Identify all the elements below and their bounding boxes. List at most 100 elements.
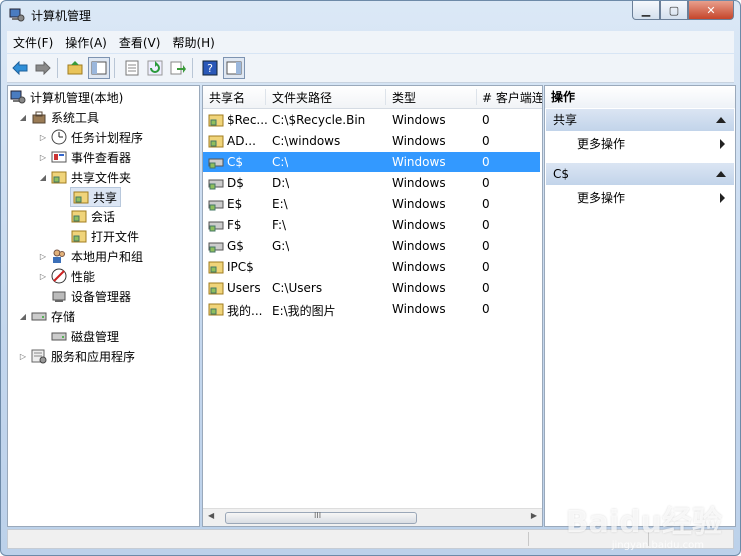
tree-item-open-files[interactable]: 打开文件 — [71, 227, 139, 245]
menu-bar: 文件(F) 操作(A) 查看(V) 帮助(H) — [7, 31, 734, 53]
shared-folder-icon — [71, 230, 87, 243]
horizontal-scroll-thumb[interactable]: III — [225, 511, 417, 524]
table-row[interactable]: C$ C:\ Windows 0 — [203, 152, 540, 172]
collapsed-arrow-icon[interactable]: ▷ — [38, 153, 48, 162]
horizontal-scrollbar[interactable]: ◀ III ▶ — [203, 508, 542, 526]
table-row[interactable]: E$ E:\ Windows 0 — [203, 194, 540, 214]
column-header-folder-path[interactable]: 文件夹路径 — [266, 89, 386, 105]
menu-action[interactable]: 操作(A) — [59, 34, 113, 51]
collapsed-arrow-icon[interactable]: ▷ — [38, 252, 48, 261]
export-list-button[interactable] — [168, 58, 188, 78]
type-cell: Windows — [392, 281, 446, 295]
back-button[interactable] — [10, 58, 30, 78]
tree-item-label: 性能 — [71, 269, 96, 284]
type-cell: Windows — [392, 197, 446, 211]
show-hide-action-pane-button[interactable] — [223, 57, 245, 79]
tree-item-label: 共享 — [93, 190, 118, 205]
minimize-button[interactable]: ▁ — [632, 1, 660, 20]
shares-list-pane[interactable]: 共享名 文件夹路径 类型 # 客户端连 $Rec... C:\$Recycle.B… — [202, 85, 543, 527]
expanded-arrow-icon[interactable]: ◢ — [18, 113, 28, 122]
share-name-cell: $Rec... — [227, 113, 268, 127]
tree-item-label: 系统工具 — [51, 110, 100, 125]
shared-folder-icon — [208, 261, 224, 274]
tree-item-event-viewer[interactable]: ▷ 事件查看器 — [38, 148, 131, 166]
table-row[interactable]: 我的... E:\我的图片 Windows 0 — [203, 299, 540, 319]
tree-item-label: 共享文件夹 — [71, 170, 132, 185]
share-name-cell: Users — [227, 281, 261, 295]
menu-file[interactable]: 文件(F) — [7, 34, 59, 51]
maximize-button[interactable]: ▢ — [660, 1, 688, 20]
scroll-grip-label: III — [314, 511, 322, 520]
column-header-client-connections[interactable]: # 客户端连 — [476, 89, 542, 105]
collapsed-arrow-icon[interactable]: ▷ — [38, 133, 48, 142]
table-row[interactable]: AD... C:\windows Windows 0 — [203, 131, 540, 151]
menu-help[interactable]: 帮助(H) — [166, 34, 220, 51]
tree-item-performance[interactable]: ▷ 性能 — [38, 267, 95, 285]
type-cell: Windows — [392, 176, 446, 190]
tree-item-label: 本地用户和组 — [71, 249, 144, 264]
shared-folder-icon — [208, 282, 224, 295]
tree-item-disk-management[interactable]: 磁盘管理 — [51, 327, 119, 345]
title-bar[interactable]: 计算机管理 ▁ ▢ ✕ — [1, 1, 740, 29]
scroll-right-arrow-icon[interactable]: ▶ — [531, 511, 537, 520]
table-row[interactable]: IPC$ Windows 0 — [203, 257, 540, 277]
close-button[interactable]: ✕ — [688, 1, 734, 20]
menu-view[interactable]: 查看(V) — [113, 34, 167, 51]
scroll-left-arrow-icon[interactable]: ◀ — [208, 511, 214, 520]
share-name-cell: D$ — [227, 176, 244, 190]
shared-folder-icon — [208, 303, 224, 316]
table-row[interactable]: Users C:\Users Windows 0 — [203, 278, 540, 298]
actions-section-shares[interactable]: 共享 — [546, 109, 734, 131]
clock-icon — [51, 129, 67, 145]
share-name-cell: C$ — [227, 155, 244, 169]
console-tree-pane[interactable]: 计算机管理(本地) ◢ 系统工具 ▷ 任务计划程序 ▷ 事件查看器 ◢ 共享文件… — [7, 85, 200, 527]
submenu-arrow-icon[interactable] — [720, 139, 725, 149]
tree-item-services-apps[interactable]: ▷ 服务和应用程序 — [18, 347, 135, 365]
client-count-cell: 0 — [482, 302, 490, 316]
properties-button[interactable] — [122, 58, 142, 78]
tree-item-local-users[interactable]: ▷ 本地用户和组 — [38, 247, 143, 265]
expanded-arrow-icon[interactable]: ◢ — [18, 312, 28, 321]
up-folder-button[interactable] — [65, 58, 85, 78]
tree-item-shares[interactable]: 共享 — [70, 187, 122, 207]
actions-section-selected[interactable]: C$ — [546, 163, 734, 185]
table-row[interactable]: D$ D:\ Windows 0 — [203, 173, 540, 193]
submenu-arrow-icon[interactable] — [720, 193, 725, 203]
show-hide-console-tree-button[interactable] — [88, 57, 110, 79]
help-button[interactable]: ? — [200, 58, 220, 78]
tree-item-task-scheduler[interactable]: ▷ 任务计划程序 — [38, 128, 143, 146]
tree-item-sessions[interactable]: 会话 — [71, 207, 115, 225]
tree-item-shared-folders[interactable]: ◢ 共享文件夹 — [38, 168, 131, 186]
client-count-cell: 0 — [482, 239, 490, 253]
type-cell: Windows — [392, 155, 446, 169]
tree-item-label: 存储 — [51, 309, 76, 324]
column-header-share-name[interactable]: 共享名 — [203, 89, 266, 105]
tree-root[interactable]: 计算机管理(本地) — [10, 88, 123, 106]
svg-text:?: ? — [207, 62, 213, 75]
actions-section-label: C$ — [553, 167, 570, 181]
tree-item-storage[interactable]: ◢ 存储 — [18, 307, 75, 325]
storage-icon — [31, 312, 47, 321]
table-row[interactable]: G$ G:\ Windows 0 — [203, 236, 540, 256]
column-header-type[interactable]: 类型 — [386, 89, 477, 105]
share-name-cell: AD... — [227, 134, 256, 148]
table-row[interactable]: F$ F:\ Windows 0 — [203, 215, 540, 235]
more-actions-link[interactable]: 更多操作 — [577, 135, 625, 153]
expanded-arrow-icon[interactable]: ◢ — [38, 173, 48, 182]
table-row[interactable]: $Rec... C:\$Recycle.Bin Windows 0 — [203, 110, 540, 130]
forward-button[interactable] — [33, 58, 53, 78]
collapsed-arrow-icon[interactable]: ▷ — [38, 272, 48, 281]
collapsed-arrow-icon[interactable]: ▷ — [18, 352, 28, 361]
tree-item-system-tools[interactable]: ◢ 系统工具 — [18, 108, 99, 126]
drive-share-icon — [208, 242, 224, 253]
window-title: 计算机管理 — [31, 9, 92, 23]
collapse-icon[interactable] — [716, 117, 726, 123]
type-cell: Windows — [392, 260, 446, 274]
collapse-icon[interactable] — [716, 171, 726, 177]
drive-share-icon — [208, 179, 224, 190]
tree-item-label: 事件查看器 — [71, 150, 132, 165]
tree-item-device-manager[interactable]: 设备管理器 — [51, 287, 131, 305]
share-name-cell: E$ — [227, 197, 243, 211]
more-actions-link[interactable]: 更多操作 — [577, 189, 625, 207]
refresh-button[interactable] — [145, 58, 165, 78]
